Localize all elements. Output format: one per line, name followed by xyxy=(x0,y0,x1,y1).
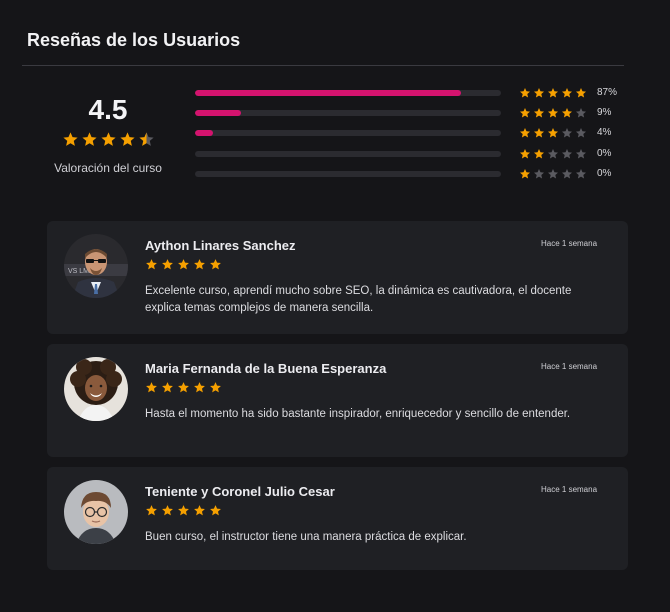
star-filled-icon xyxy=(178,259,189,270)
star-filled-icon xyxy=(562,88,572,98)
star-filled-icon xyxy=(162,382,173,393)
distribution-bar-track xyxy=(195,130,501,136)
man-sunglasses-avatar: VS LMAO xyxy=(64,234,128,298)
star-empty-icon xyxy=(562,128,572,138)
star-filled-icon xyxy=(146,505,157,516)
star-filled-icon xyxy=(534,128,544,138)
distribution-percent: 0% xyxy=(597,148,612,159)
star-filled-icon xyxy=(520,149,530,159)
row-stars xyxy=(519,107,587,119)
star-empty-icon xyxy=(548,149,558,159)
distribution-row-3: 4% xyxy=(195,124,625,144)
title-divider xyxy=(22,65,624,66)
star-empty-icon xyxy=(576,169,586,179)
star-filled-icon xyxy=(194,382,205,393)
distribution-percent: 9% xyxy=(597,107,612,118)
star-filled-icon xyxy=(548,88,558,98)
star-filled-icon xyxy=(520,108,530,118)
star-filled-icon xyxy=(82,132,97,146)
review-time: Hace 1 semana xyxy=(541,239,598,248)
star-filled-icon xyxy=(101,132,116,146)
row-stars xyxy=(519,148,587,160)
star-filled-icon xyxy=(534,108,544,118)
distribution-row-1: 0% xyxy=(195,165,625,185)
reviewer-name: Maria Fernanda de la Buena Esperanza xyxy=(145,361,387,376)
distribution-row-5: 87% xyxy=(195,84,625,104)
star-filled-icon xyxy=(548,128,558,138)
rating-score: 4.5 xyxy=(88,94,128,125)
star-filled-icon xyxy=(162,505,173,516)
star-filled-icon xyxy=(576,88,586,98)
star-empty-icon xyxy=(576,128,586,138)
distribution-bar-fill xyxy=(195,90,462,96)
star-filled-icon xyxy=(210,259,221,270)
star-empty-icon xyxy=(576,149,586,159)
star-filled-icon xyxy=(562,108,572,118)
star-empty-icon xyxy=(562,149,572,159)
woman-curly-hair-avatar xyxy=(64,357,128,421)
review-time: Hace 1 semana xyxy=(541,362,598,371)
reviewer-name: Aython Linares Sanchez xyxy=(145,238,296,253)
star-filled-icon xyxy=(120,132,135,146)
star-empty-icon xyxy=(548,169,558,179)
rating-stars xyxy=(62,131,155,151)
young-man-glasses-avatar xyxy=(64,480,128,544)
review-card: Maria Fernanda de la Buena Esperanza Hac… xyxy=(47,344,628,457)
review-card: Teniente y Coronel Julio Cesar Hace 1 se… xyxy=(47,467,628,570)
row-stars xyxy=(519,87,587,99)
star-empty-icon xyxy=(534,169,544,179)
star-filled-icon xyxy=(210,505,221,516)
row-stars xyxy=(519,127,587,139)
star-empty-icon xyxy=(576,108,586,118)
row-stars xyxy=(519,168,587,180)
star-filled-icon xyxy=(162,259,173,270)
star-filled-icon xyxy=(548,108,558,118)
distribution-row-2: 0% xyxy=(195,145,625,165)
review-stars xyxy=(145,258,222,271)
distribution-row-4: 9% xyxy=(195,104,625,124)
review-text: Hasta el momento ha sido bastante inspir… xyxy=(145,408,571,420)
distribution-bar-fill xyxy=(195,110,241,116)
review-stars xyxy=(145,504,222,517)
star-filled-icon xyxy=(210,382,221,393)
review-stars xyxy=(145,381,222,394)
star-filled-icon xyxy=(194,505,205,516)
review-text: Excelente curso, aprendí mucho sobre SEO… xyxy=(145,285,572,314)
star-filled-icon xyxy=(534,149,544,159)
star-filled-icon xyxy=(63,132,78,146)
distribution-bar-track xyxy=(195,151,501,157)
review-time: Hace 1 semana xyxy=(541,485,598,494)
star-filled-icon xyxy=(146,259,157,270)
star-filled-icon xyxy=(534,88,544,98)
star-half-icon xyxy=(139,132,154,146)
star-filled-icon xyxy=(520,169,530,179)
reviews-title: Reseñas de los Usuarios xyxy=(27,30,241,50)
review-card: VS LMAO Aython Linares Sanchez Hace 1 se… xyxy=(47,221,628,334)
star-filled-icon xyxy=(178,505,189,516)
star-filled-icon xyxy=(520,88,530,98)
distribution-bar-track xyxy=(195,90,501,96)
reviewer-name: Teniente y Coronel Julio Cesar xyxy=(145,484,335,499)
distribution-bar-fill xyxy=(195,130,214,136)
star-filled-icon xyxy=(178,382,189,393)
star-filled-icon xyxy=(194,259,205,270)
star-filled-icon xyxy=(146,382,157,393)
star-filled-icon xyxy=(520,128,530,138)
star-empty-icon xyxy=(562,169,572,179)
rating-label: Valoración del curso xyxy=(54,161,162,175)
distribution-bar-track xyxy=(195,171,501,177)
distribution-percent: 0% xyxy=(597,168,612,179)
distribution-percent: 87% xyxy=(597,87,618,98)
review-text: Buen curso, el instructor tiene una mane… xyxy=(145,531,467,543)
distribution-percent: 4% xyxy=(597,127,612,138)
distribution-bar-track xyxy=(195,110,501,116)
